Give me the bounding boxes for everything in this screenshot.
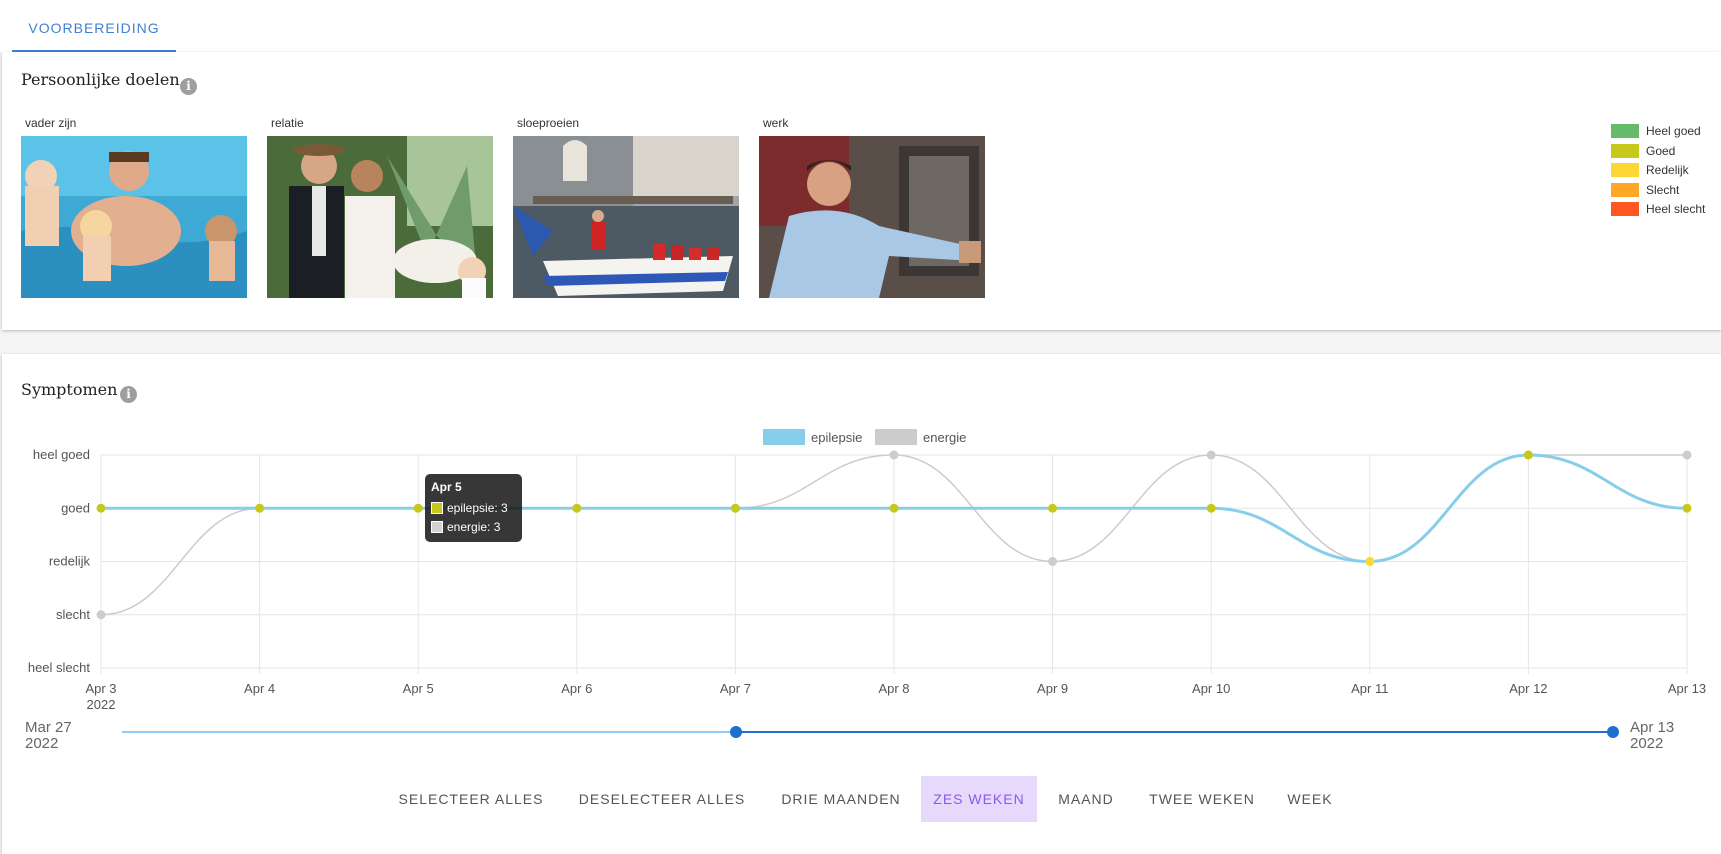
tooltip-swatch — [431, 521, 443, 533]
legend-swatch — [1611, 202, 1639, 216]
period-button-row: SELECTEER ALLES DESELECTEER ALLES DRIE M… — [0, 776, 1721, 822]
goal-sloeproeien[interactable]: sloeproeien — [513, 116, 739, 298]
select-all-button[interactable]: SELECTEER ALLES — [388, 776, 554, 822]
legend-label: Redelijk — [1646, 163, 1689, 177]
tooltip-line: epilepsie: 3 — [447, 501, 508, 515]
legend-swatch — [1611, 182, 1639, 197]
legend-label: Slecht — [1646, 182, 1680, 197]
goal-label: vader zijn — [25, 116, 77, 130]
goal-photo — [21, 136, 247, 298]
tooltip-line: energie: 3 — [447, 520, 501, 534]
goal-label: relatie — [271, 116, 304, 130]
range-end-handle[interactable] — [1607, 726, 1619, 738]
range-start-year: 2022 — [25, 735, 58, 752]
six-weeks-button[interactable]: ZES WEKEN — [921, 776, 1037, 822]
two-weeks-button[interactable]: TWEE WEKEN — [1137, 776, 1267, 822]
goals-card: Persoonlijke doelen i vader zijn relatie — [2, 52, 1721, 330]
legend-label: Heel goed — [1646, 124, 1701, 138]
info-icon[interactable]: i — [180, 78, 197, 95]
legend-swatch — [1611, 124, 1639, 138]
info-icon[interactable]: i — [120, 386, 137, 403]
goal-photo — [759, 136, 985, 298]
goal-relatie[interactable]: relatie — [267, 116, 493, 298]
date-range-slider[interactable]: Mar 27 2022 Apr 13 2022 — [0, 706, 1721, 766]
range-end-year: 2022 — [1630, 735, 1663, 752]
goal-label: werk — [763, 116, 789, 130]
tooltip-title: Apr 5 — [431, 480, 462, 494]
goal-vader-zijn[interactable]: vader zijn — [21, 116, 247, 298]
deselect-all-button[interactable]: DESELECTEER ALLES — [568, 776, 756, 822]
goals-title: Persoonlijke doelen — [21, 70, 180, 89]
week-button[interactable]: WEEK — [1280, 776, 1340, 822]
month-button[interactable]: MAAND — [1048, 776, 1124, 822]
goal-label: sloeproeien — [517, 116, 580, 130]
tooltip-swatch — [431, 502, 443, 514]
range-start-date: Mar 27 — [25, 719, 72, 736]
legend-swatch — [1611, 143, 1639, 158]
range-end-date: Apr 13 — [1630, 719, 1674, 736]
chart-tooltip: Apr 5 epilepsie: 3 energie: 3 — [425, 474, 522, 542]
legend-swatch — [1611, 163, 1639, 177]
tab-bar: VOORBEREIDING — [0, 0, 1721, 52]
goal-werk[interactable]: werk — [759, 116, 985, 298]
legend-label: Heel slecht — [1646, 202, 1706, 216]
three-months-button[interactable]: DRIE MAANDEN — [770, 776, 912, 822]
goal-photo — [267, 136, 493, 298]
legend-label: Goed — [1646, 143, 1676, 158]
goal-photo — [513, 136, 739, 298]
symptoms-title: Symptomen — [21, 380, 118, 399]
tab-voorbereiding[interactable]: VOORBEREIDING — [12, 0, 176, 52]
range-start-handle[interactable] — [730, 726, 742, 738]
